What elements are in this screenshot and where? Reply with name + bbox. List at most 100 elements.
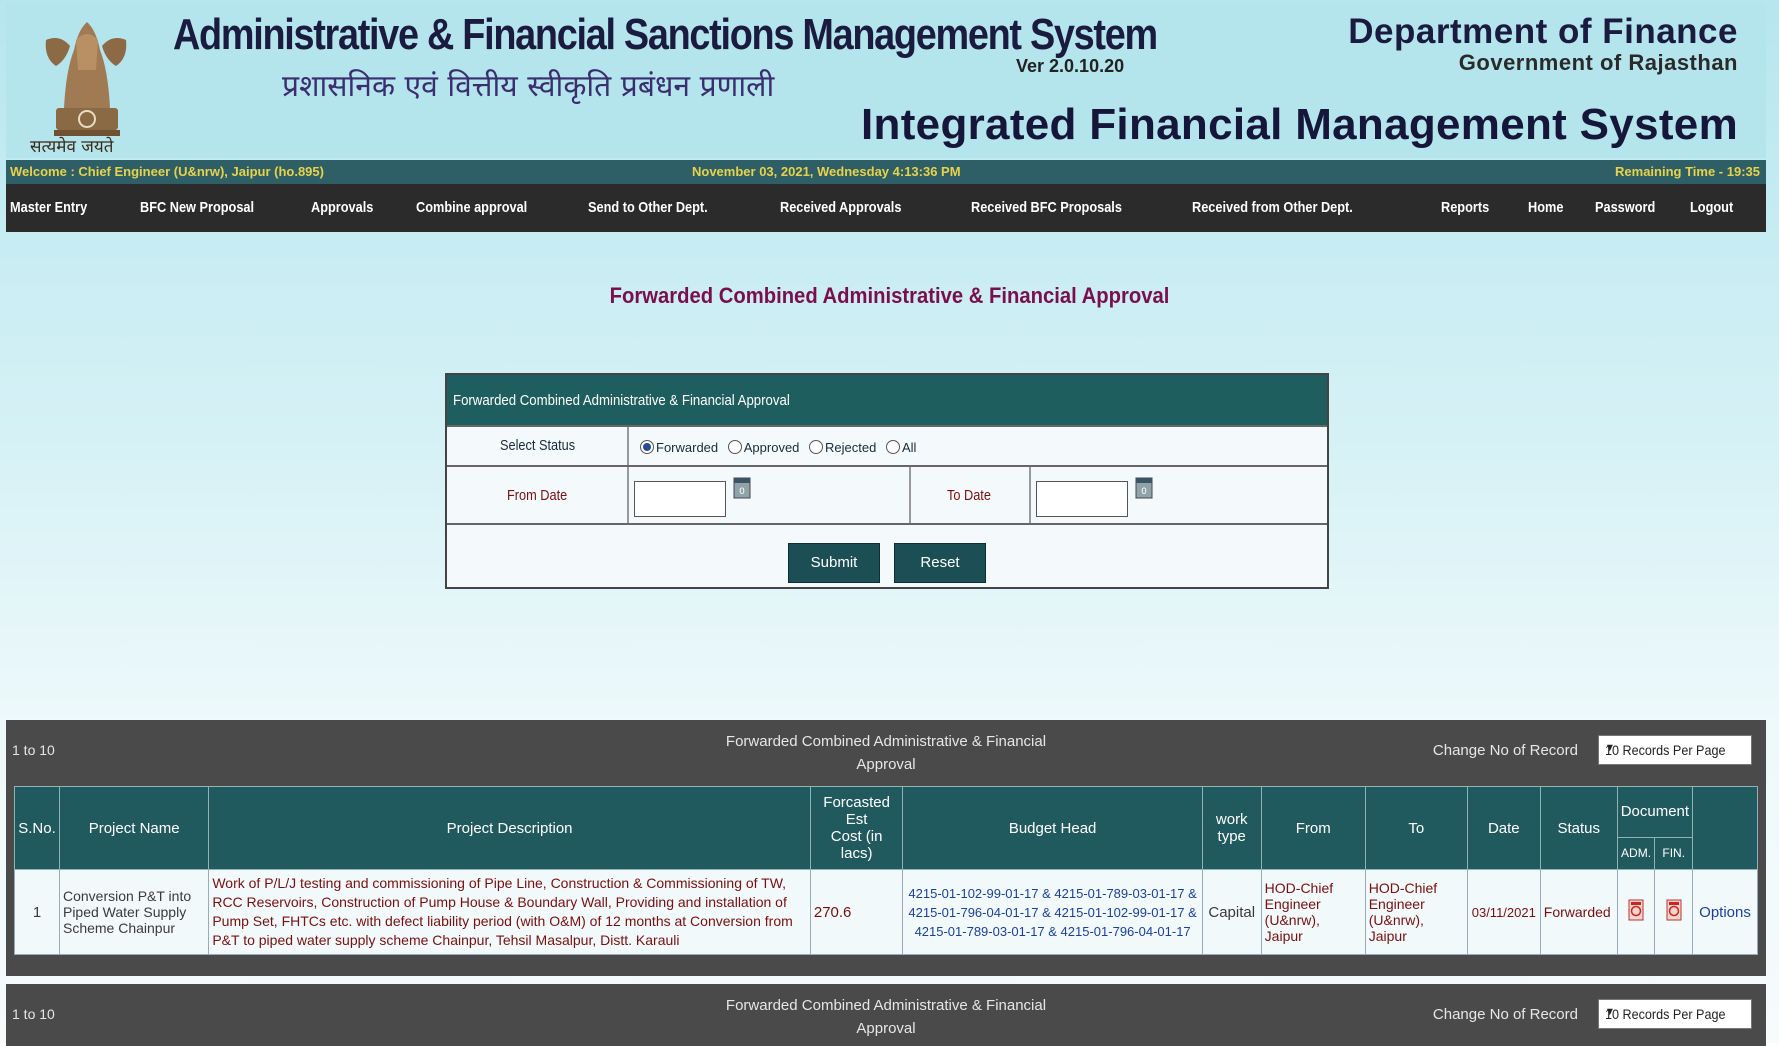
status-bar: Welcome : Chief Engineer (U&nrw), Jaipur… xyxy=(6,160,1766,184)
nav-bfc-new-proposal[interactable]: BFC New Proposal xyxy=(140,199,254,216)
cell-from: HOD-Chief Engineer (U&nrw), Jaipur xyxy=(1260,869,1366,955)
cell-budget-head: 4215-01-102-99-01-17 & 4215-01-789-03-01… xyxy=(902,869,1203,955)
cell-status: Forwarded xyxy=(1539,869,1618,955)
select-status-label: Select Status xyxy=(500,437,576,454)
chevron-down-icon: ▼ xyxy=(1605,742,1615,754)
grid-bottom-bar: 1 to 10 Forwarded Combined Administrativ… xyxy=(6,984,1766,1046)
cell-date: 03/11/2021 xyxy=(1466,869,1541,955)
radio-rejected[interactable] xyxy=(809,440,824,454)
cell-project-name: Conversion P&T into Piped Water Supply S… xyxy=(58,869,210,955)
remaining-time: Remaining Time - 19:35 xyxy=(1615,164,1760,179)
cell-to: HOD-Chief Engineer (U&nrw), Jaipur xyxy=(1364,869,1468,955)
nav-approvals[interactable]: Approvals xyxy=(311,199,373,216)
svg-text:0: 0 xyxy=(739,487,745,497)
nav-send-to-other-dept[interactable]: Send to Other Dept. xyxy=(588,199,708,216)
emblem-caption: सत्यमेव जयते xyxy=(30,137,114,157)
cell-adm-doc xyxy=(1616,869,1656,955)
col-from: From xyxy=(1260,786,1366,870)
col-project-name: Project Name xyxy=(58,786,210,870)
nav-reports[interactable]: Reports xyxy=(1441,199,1489,216)
col-adm: ADM. xyxy=(1616,836,1656,871)
nav-received-from-other-dept[interactable]: Received from Other Dept. xyxy=(1192,199,1353,216)
col-cost: Forcasted Est Cost (in lacs) xyxy=(809,786,904,870)
page-title: Forwarded Combined Administrative & Fina… xyxy=(609,283,1170,308)
grid-title-line1: Forwarded Combined Administrative & Fina… xyxy=(725,733,1047,750)
header: सत्यमेव जयते Administrative & Financial … xyxy=(6,4,1766,158)
col-options xyxy=(1692,786,1758,870)
results-table: S.No. Project Name Project Description F… xyxy=(14,786,1758,955)
results-table-wrapper: S.No. Project Name Project Description F… xyxy=(6,781,1766,976)
grid-title-bottom-line2: Approval xyxy=(856,1020,916,1037)
col-date: Date xyxy=(1466,786,1541,870)
nav-combine-approval[interactable]: Combine approval xyxy=(416,199,527,216)
change-records-label-bottom: Change No of Record xyxy=(1432,1006,1578,1023)
col-sno: S.No. xyxy=(14,786,60,870)
nav-received-bfc-proposals[interactable]: Received BFC Proposals xyxy=(971,199,1122,216)
form-heading-text: Forwarded Combined Administrative & Fina… xyxy=(453,392,790,409)
radio-approved-label: Approved xyxy=(743,440,800,455)
cell-cost: 270.6 xyxy=(809,869,904,955)
col-status: Status xyxy=(1539,786,1618,870)
col-document: Document xyxy=(1616,786,1694,838)
status-label-cell: Select Status xyxy=(447,427,629,467)
button-row: Submit Reset xyxy=(447,523,1327,587)
nav-logout[interactable]: Logout xyxy=(1690,199,1733,216)
radio-all-label: All xyxy=(901,440,917,455)
filter-form: Forwarded Combined Administrative & Fina… xyxy=(445,373,1329,589)
grid-title-bottom: Forwarded Combined Administrative & Fina… xyxy=(706,994,1066,1040)
options-link[interactable]: Options xyxy=(1699,904,1751,921)
grid-top-bar: 1 to 10 Forwarded Combined Administrativ… xyxy=(6,720,1766,782)
col-to: To xyxy=(1364,786,1468,870)
from-date-cell: 0 xyxy=(629,467,911,525)
reset-button[interactable]: Reset xyxy=(894,543,986,583)
submit-button[interactable]: Submit xyxy=(788,543,880,583)
grid-title-bottom-line1: Forwarded Combined Administrative & Fina… xyxy=(725,997,1047,1014)
to-date-cell: 0 xyxy=(1031,467,1325,525)
nav-master-entry[interactable]: Master Entry xyxy=(10,199,87,216)
nav-received-approvals[interactable]: Received Approvals xyxy=(780,199,901,216)
radio-approved[interactable] xyxy=(727,440,742,454)
from-date-input[interactable] xyxy=(634,481,726,517)
to-date-label-cell: To Date xyxy=(911,467,1031,525)
col-work-line1: work xyxy=(1215,811,1248,828)
from-date-label: From Date xyxy=(507,487,568,504)
radio-rejected-label: Rejected xyxy=(825,440,877,455)
from-calendar-icon[interactable]: 0 xyxy=(733,475,751,499)
hindi-title: प्रशासनिक एवं वित्तीय स्वीकृति प्रबंधन प… xyxy=(282,69,775,104)
radio-forwarded[interactable] xyxy=(640,440,654,454)
col-cost-line2: Cost (in lacs) xyxy=(830,828,883,862)
to-calendar-icon[interactable]: 0 xyxy=(1135,475,1153,499)
grid-title: Forwarded Combined Administrative & Fina… xyxy=(706,730,1066,776)
records-per-page-select[interactable]: 10 Records Per Page ▼ xyxy=(1598,735,1752,765)
nav-password[interactable]: Password xyxy=(1595,199,1655,216)
cell-sno: 1 xyxy=(14,869,60,955)
records-per-page-select-bottom[interactable]: 10 Records Per Page ▼ xyxy=(1598,999,1752,1029)
col-fin: FIN. xyxy=(1654,836,1694,871)
main-nav: Master Entry BFC New Proposal Approvals … xyxy=(6,184,1766,232)
from-date-label-cell: From Date xyxy=(447,467,629,525)
page: सत्यमेव जयते Administrative & Financial … xyxy=(0,0,1779,1046)
col-budget-head: Budget Head xyxy=(902,786,1203,870)
cell-work-type: Capital xyxy=(1201,869,1262,955)
chevron-down-icon: ▼ xyxy=(1605,1006,1615,1018)
cell-options: Options xyxy=(1692,869,1758,955)
col-cost-line1: Forcasted Est xyxy=(823,794,890,828)
cell-fin-doc xyxy=(1654,869,1694,955)
grid-title-line2: Approval xyxy=(856,756,916,773)
radio-all[interactable] xyxy=(885,440,900,454)
nav-home[interactable]: Home xyxy=(1528,199,1563,216)
fin-pdf-icon[interactable] xyxy=(1666,899,1682,921)
col-project-description: Project Description xyxy=(208,786,811,870)
welcome-text: Welcome : Chief Engineer (U&nrw), Jaipur… xyxy=(10,164,324,179)
cell-project-description: Work of P/L/J testing and commissioning … xyxy=(208,869,811,955)
col-work-line2: type xyxy=(1217,828,1246,845)
status-row: Select Status Forwarded Approved Rejecte… xyxy=(447,425,1327,467)
system-title: Administrative & Financial Sanctions Man… xyxy=(173,10,1158,59)
to-date-input[interactable] xyxy=(1036,481,1128,517)
datetime-text: November 03, 2021, Wednesday 4:13:36 PM xyxy=(692,164,961,179)
form-heading: Forwarded Combined Administrative & Fina… xyxy=(447,375,1327,425)
adm-pdf-icon[interactable] xyxy=(1628,899,1644,921)
to-date-label: To Date xyxy=(947,487,991,504)
record-range: 1 to 10 xyxy=(12,742,55,758)
record-range-bottom: 1 to 10 xyxy=(12,1006,55,1022)
